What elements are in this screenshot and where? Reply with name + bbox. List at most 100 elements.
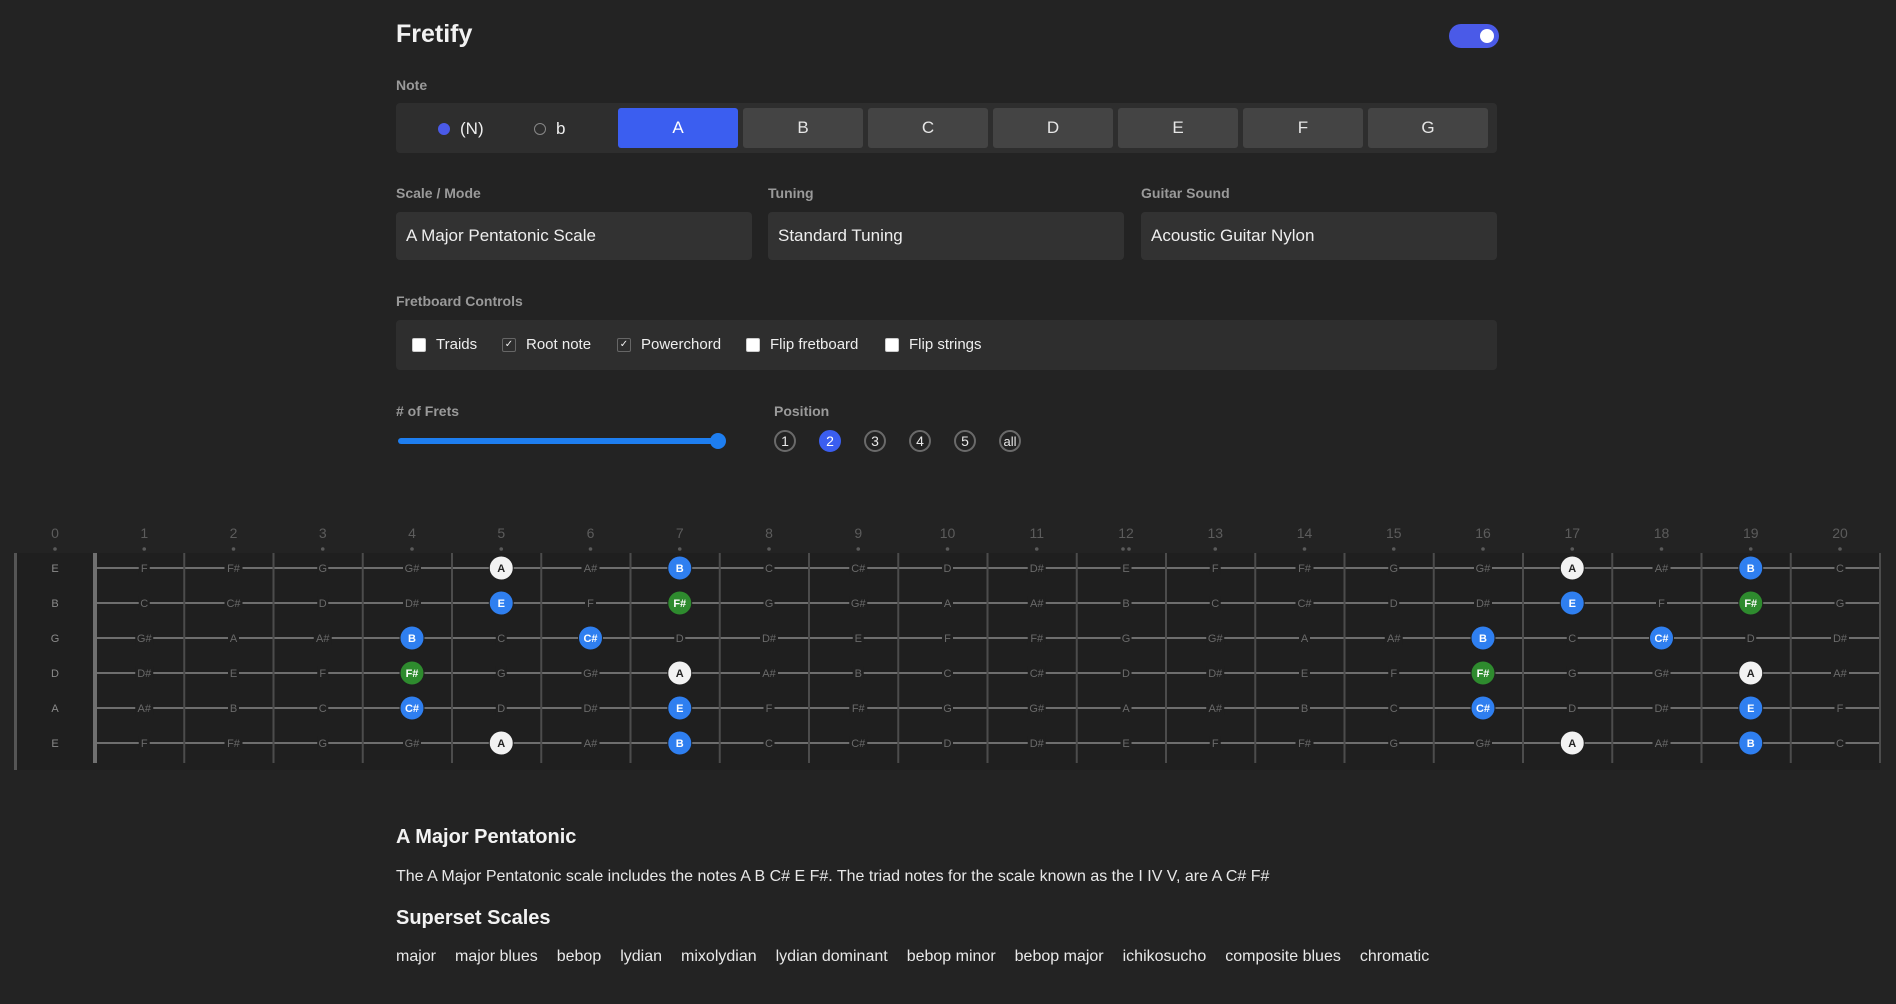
fret-marker-dot xyxy=(1391,547,1396,551)
powerchord-checkbox[interactable]: ✓ Powerchord xyxy=(617,336,721,353)
fret-number: 16 xyxy=(1475,525,1491,541)
fret-note: A xyxy=(230,633,238,645)
fret-note: C xyxy=(1568,633,1576,645)
fret-number: 15 xyxy=(1386,525,1402,541)
scale-note-label: A xyxy=(1568,738,1576,750)
root-note-checkbox[interactable]: ✓ Root note xyxy=(502,336,591,353)
position-2[interactable]: 2 xyxy=(819,430,841,452)
fret-note: F xyxy=(1212,563,1219,575)
tuning-select[interactable]: Standard Tuning xyxy=(768,212,1124,260)
open-string-note: D xyxy=(51,668,59,680)
fret-note: D# xyxy=(1654,703,1669,715)
scale-note-label: E xyxy=(1569,598,1576,610)
position-1[interactable]: 1 xyxy=(774,430,796,452)
fret-note: F xyxy=(1390,668,1397,680)
note-button-e[interactable]: E xyxy=(1118,108,1238,148)
fret-note: A# xyxy=(1833,668,1847,680)
fret-number: 6 xyxy=(587,525,595,541)
fret-note: G xyxy=(1568,668,1577,680)
superset-scale-link[interactable]: lydian dominant xyxy=(776,948,888,966)
superset-scale-link[interactable]: composite blues xyxy=(1225,948,1341,966)
sound-label: Guitar Sound xyxy=(1141,185,1230,201)
radio-natural[interactable]: (N) xyxy=(438,119,484,139)
open-string-note: G xyxy=(51,633,60,645)
fret-number: 7 xyxy=(676,525,684,541)
toggle-knob xyxy=(1480,29,1494,43)
note-label: Note xyxy=(396,77,428,93)
note-button-c[interactable]: C xyxy=(868,108,988,148)
flip-strings-checkbox[interactable]: Flip strings xyxy=(885,336,982,353)
scale-note-label: A xyxy=(676,668,684,680)
note-button-d[interactable]: D xyxy=(993,108,1113,148)
position-5[interactable]: 5 xyxy=(954,430,976,452)
theme-toggle[interactable] xyxy=(1449,24,1499,48)
fret-number: 10 xyxy=(940,525,956,541)
radio-flat[interactable]: b xyxy=(534,119,565,139)
superset-scale-link[interactable]: chromatic xyxy=(1360,948,1429,966)
fret-note: D# xyxy=(583,703,598,715)
fret-marker-dot xyxy=(588,547,593,551)
fret-number: 8 xyxy=(765,525,773,541)
superset-scale-link[interactable]: mixolydian xyxy=(681,948,757,966)
frets-slider[interactable] xyxy=(396,432,726,450)
fret-marker-dot xyxy=(1838,547,1842,551)
fret-marker-dot xyxy=(1659,547,1664,551)
fret-note: C# xyxy=(851,738,866,750)
root-note-label: Root note xyxy=(526,336,592,353)
scale-title: A Major Pentatonic xyxy=(396,826,577,848)
fret-note: C xyxy=(497,633,505,645)
position-all[interactable]: all xyxy=(999,430,1021,452)
superset-scale-link[interactable]: lydian xyxy=(620,948,662,966)
fret-marker-dot xyxy=(856,547,861,551)
fret-note: D xyxy=(1390,598,1398,610)
slider-thumb[interactable] xyxy=(710,433,726,449)
position-3[interactable]: 3 xyxy=(864,430,886,452)
fret-note: A xyxy=(944,598,952,610)
fret-marker-dot xyxy=(1034,547,1039,551)
superset-scale-link[interactable]: major xyxy=(396,948,436,966)
superset-scale-link[interactable]: bebop major xyxy=(1015,948,1104,966)
superset-scale-link[interactable]: bebop xyxy=(557,948,602,966)
fret-note: E xyxy=(1122,563,1129,575)
scale-note-label: A xyxy=(1568,563,1576,575)
fret-note: F# xyxy=(1298,563,1312,575)
fret-note: F xyxy=(141,563,148,575)
fret-note: B xyxy=(1122,598,1129,610)
fret-note: G# xyxy=(405,738,421,750)
note-button-b[interactable]: B xyxy=(743,108,863,148)
fret-marker-dot xyxy=(499,547,504,551)
superset-list: major major blues bebop lydian mixolydian lyd… xyxy=(396,948,1429,966)
scale-select[interactable]: A Major Pentatonic Scale xyxy=(396,212,752,260)
fret-marker-dot xyxy=(1570,547,1575,551)
radio-flat-dot xyxy=(534,123,546,135)
fret-marker-dot xyxy=(677,547,682,551)
note-button-g[interactable]: G xyxy=(1368,108,1488,148)
flip-fretboard-checkbox[interactable]: Flip fretboard xyxy=(746,336,858,353)
sound-select[interactable]: Acoustic Guitar Nylon xyxy=(1141,212,1497,260)
superset-scale-link[interactable]: major blues xyxy=(455,948,538,966)
fret-note: A# xyxy=(762,668,776,680)
radio-natural-dot xyxy=(438,123,450,135)
fret-number: 5 xyxy=(497,525,505,541)
superset-scale-link[interactable]: bebop minor xyxy=(907,948,996,966)
fret-note: A# xyxy=(1655,738,1669,750)
note-button-f[interactable]: F xyxy=(1243,108,1363,148)
fret-number: 9 xyxy=(854,525,862,541)
open-string-note: B xyxy=(51,598,58,610)
fret-note: F xyxy=(1212,738,1219,750)
fret-note: G# xyxy=(583,668,599,680)
scale-note-label: F# xyxy=(406,668,419,680)
fret-number: 13 xyxy=(1207,525,1223,541)
fret-note: G xyxy=(765,598,774,610)
fret-number: 12 xyxy=(1118,525,1134,541)
open-string-note: A xyxy=(51,703,59,715)
traids-checkbox[interactable]: Traids xyxy=(412,336,477,353)
note-button-a[interactable]: A xyxy=(618,108,738,148)
fret-note: F xyxy=(1658,598,1665,610)
fret-note: F# xyxy=(1298,738,1312,750)
fret-marker-dot xyxy=(1748,547,1753,551)
scale-note-label: B xyxy=(408,633,416,645)
position-4[interactable]: 4 xyxy=(909,430,931,452)
fret-note: D xyxy=(1747,633,1755,645)
superset-scale-link[interactable]: ichikosucho xyxy=(1123,948,1207,966)
